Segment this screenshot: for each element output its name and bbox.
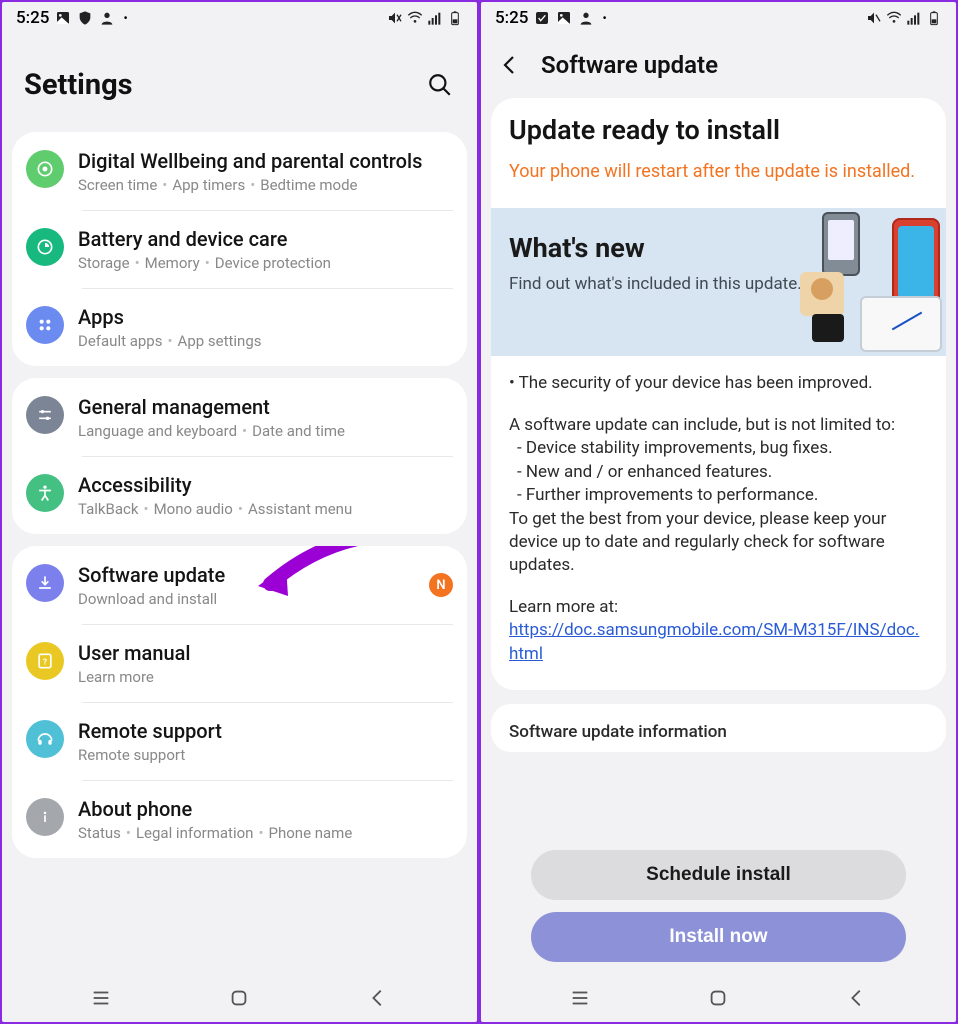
- settings-group: General management Language and keyboard•…: [12, 378, 467, 534]
- back-button[interactable]: [363, 983, 393, 1013]
- mute-icon: [866, 10, 882, 26]
- include-item-1: - Device stability improvements, bug fix…: [509, 437, 928, 460]
- check-icon: [534, 10, 550, 26]
- svg-text:?: ?: [43, 657, 47, 667]
- home-button[interactable]: [224, 983, 254, 1013]
- search-icon: [427, 72, 453, 98]
- signal-icon: [906, 10, 922, 26]
- person-icon: [578, 10, 594, 26]
- software-update-screen: 5:25 • Software update Update ready to i…: [481, 2, 956, 1022]
- include-item-3: - Further improvements to performance.: [509, 484, 928, 507]
- person-icon: [99, 10, 115, 26]
- settings-item-battery[interactable]: Battery and device care Storage•Memory•De…: [12, 210, 467, 288]
- apps-icon: [26, 306, 64, 344]
- mute-icon: [387, 10, 403, 26]
- settings-item-apps[interactable]: Apps Default apps•App settings: [12, 288, 467, 366]
- settings-item-general[interactable]: General management Language and keyboard•…: [12, 378, 467, 456]
- image-icon: [55, 10, 71, 26]
- settings-item-title: Remote support: [78, 718, 453, 744]
- schedule-install-button[interactable]: Schedule install: [531, 850, 906, 900]
- settings-item-subtitle: Status•Legal information•Phone name: [78, 824, 453, 842]
- home-button[interactable]: [703, 983, 733, 1013]
- settings-item-subtitle: Remote support: [78, 746, 453, 764]
- learn-more-label: Learn more at:: [509, 597, 618, 617]
- about-icon: [26, 798, 64, 836]
- settings-item-subtitle: Language and keyboard•Date and time: [78, 422, 453, 440]
- signal-icon: [427, 10, 443, 26]
- settings-item-subtitle: Learn more: [78, 668, 453, 686]
- restart-warning: Your phone will restart after the update…: [509, 160, 928, 184]
- battery-icon: [926, 10, 942, 26]
- settings-item-manual[interactable]: ? User manual Learn more: [12, 624, 467, 702]
- security-bullet: • The security of your device has been i…: [509, 372, 928, 395]
- navigation-bar: [2, 974, 477, 1022]
- recents-button[interactable]: [565, 983, 595, 1013]
- update-body-card: Update ready to install Your phone will …: [491, 98, 946, 690]
- clock: 5:25: [16, 8, 49, 28]
- settings-item-subtitle: Download and install: [78, 590, 415, 608]
- settings-item-title: About phone: [78, 796, 453, 822]
- settings-group: Digital Wellbeing and parental controls S…: [12, 132, 467, 366]
- settings-item-title: Battery and device care: [78, 226, 453, 252]
- settings-header: Settings: [2, 32, 477, 128]
- update-info-card[interactable]: Software update information: [491, 704, 946, 752]
- status-bar: 5:25 •: [481, 2, 956, 32]
- include-intro: A software update can include, but is no…: [509, 414, 928, 437]
- software-icon: [26, 564, 64, 602]
- update-header: Software update: [481, 32, 956, 98]
- shield-icon: [77, 10, 93, 26]
- settings-group: Software update Download and install N? Use…: [12, 546, 467, 858]
- whats-new-banner[interactable]: What's new Find out what's included in t…: [491, 208, 946, 356]
- wifi-icon: [886, 10, 902, 26]
- chevron-left-icon: [498, 53, 522, 77]
- status-bar: 5:25 •: [2, 2, 477, 32]
- page-title: Software update: [541, 51, 718, 79]
- settings-item-title: General management: [78, 394, 453, 420]
- battery-icon: [26, 228, 64, 266]
- settings-item-title: Apps: [78, 304, 453, 330]
- keep-updated-text: To get the best from your device, please…: [509, 508, 928, 578]
- settings-item-title: Digital Wellbeing and parental controls: [78, 148, 453, 174]
- page-title: Settings: [24, 68, 133, 102]
- general-icon: [26, 396, 64, 434]
- wellbeing-icon: [26, 150, 64, 188]
- more-icon: •: [600, 11, 608, 25]
- back-button[interactable]: [495, 50, 525, 80]
- include-item-2: - New and / or enhanced features.: [509, 461, 928, 484]
- settings-item-wellbeing[interactable]: Digital Wellbeing and parental controls S…: [12, 132, 467, 210]
- recents-button[interactable]: [86, 983, 116, 1013]
- learn-more-link[interactable]: https://doc.samsungmobile.com/SM-M315F/I…: [509, 620, 919, 663]
- settings-screen: 5:25 • Settings Digital Wellbeing and pa…: [2, 2, 477, 1022]
- settings-item-subtitle: Default apps•App settings: [78, 332, 453, 350]
- settings-item-subtitle: TalkBack•Mono audio•Assistant menu: [78, 500, 453, 518]
- navigation-bar: [481, 974, 956, 1022]
- settings-item-software[interactable]: Software update Download and install N: [12, 546, 467, 624]
- settings-item-about[interactable]: About phone Status•Legal information•Phon…: [12, 780, 467, 858]
- image-icon: [556, 10, 572, 26]
- search-button[interactable]: [425, 70, 455, 100]
- manual-icon: ?: [26, 642, 64, 680]
- more-icon: •: [121, 11, 129, 25]
- back-button[interactable]: [842, 983, 872, 1013]
- settings-item-accessibility[interactable]: Accessibility TalkBack•Mono audio•Assista…: [12, 456, 467, 534]
- accessibility-icon: [26, 474, 64, 512]
- clock: 5:25: [495, 8, 528, 28]
- settings-item-subtitle: Storage•Memory•Device protection: [78, 254, 453, 272]
- remote-icon: [26, 720, 64, 758]
- wifi-icon: [407, 10, 423, 26]
- settings-item-title: User manual: [78, 640, 453, 666]
- settings-item-title: Software update: [78, 562, 415, 588]
- update-description: • The security of your device has been i…: [491, 356, 946, 690]
- settings-item-remote[interactable]: Remote support Remote support: [12, 702, 467, 780]
- devices-illustration: [782, 212, 942, 352]
- update-info-title: Software update information: [509, 722, 727, 742]
- install-now-button[interactable]: Install now: [531, 912, 906, 962]
- update-ready-title: Update ready to install: [509, 114, 928, 146]
- battery-icon: [447, 10, 463, 26]
- settings-item-subtitle: Screen time•App timers•Bedtime mode: [78, 176, 453, 194]
- notification-badge: N: [429, 573, 453, 597]
- settings-item-title: Accessibility: [78, 472, 453, 498]
